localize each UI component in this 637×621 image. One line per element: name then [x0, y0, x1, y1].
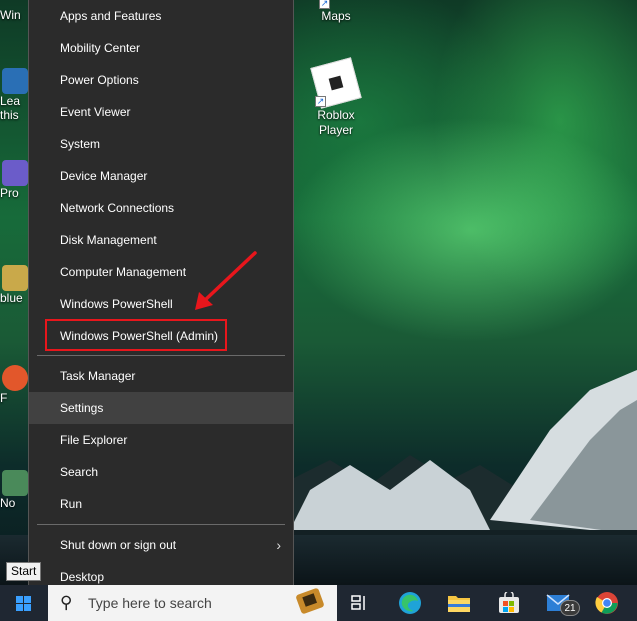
- menu-item-apps-and-features[interactable]: Apps and Features: [29, 0, 293, 32]
- menu-item-system[interactable]: System: [29, 128, 293, 160]
- desktop-icon-label: this: [0, 108, 19, 122]
- menu-separator: [37, 355, 285, 356]
- desktop-icon-maps[interactable]: ↗ Maps: [301, 0, 371, 24]
- desktop-icon-partial[interactable]: Lea this: [0, 68, 30, 122]
- shortcut-arrow-icon: ↗: [319, 0, 330, 9]
- taskbar-chrome[interactable]: [585, 585, 629, 621]
- chrome-icon: [595, 592, 618, 614]
- desktop-icon-label: Maps: [321, 9, 351, 23]
- cortana-search-art-icon: [296, 588, 324, 614]
- search-icon: ⚲: [60, 593, 73, 612]
- annotation-arrow-icon: [195, 251, 257, 310]
- mail-unread-badge: 21: [560, 600, 580, 616]
- desktop-icon-partial[interactable]: No: [0, 470, 30, 510]
- app-icon: [2, 365, 28, 391]
- desktop-icon-partial[interactable]: F: [0, 365, 30, 405]
- left-desktop-icons: Win Lea this Pro blue F No: [0, 0, 30, 585]
- desktop-icon-label: No: [0, 496, 16, 510]
- app-icon: [2, 68, 28, 94]
- menu-item-file-explorer[interactable]: File Explorer: [29, 424, 293, 456]
- menu-item-mobility-center[interactable]: Mobility Center: [29, 32, 293, 64]
- search-placeholder: Type here to search: [88, 595, 212, 611]
- shortcut-arrow-icon: ↗: [315, 96, 326, 107]
- menu-item-event-viewer[interactable]: Event Viewer: [29, 96, 293, 128]
- desktop-icon-label: F: [0, 391, 8, 405]
- menu-item-run[interactable]: Run: [29, 488, 293, 520]
- desktop-icon-label: blue: [0, 291, 23, 305]
- edge-icon: [399, 592, 421, 614]
- taskbar-task-view[interactable]: [338, 585, 382, 621]
- start-button[interactable]: [0, 585, 48, 621]
- taskbar-file-explorer[interactable]: [437, 585, 481, 621]
- taskbar-microsoft-store[interactable]: [487, 585, 531, 621]
- menu-item-search[interactable]: Search: [29, 456, 293, 488]
- menu-separator: [37, 524, 285, 525]
- desktop-icon-label: Lea: [0, 94, 21, 108]
- desktop-icon-partial[interactable]: Pro: [0, 160, 30, 200]
- task-view-icon: [351, 595, 365, 610]
- menu-item-label: Shut down or sign out: [60, 538, 177, 552]
- menu-item-shut-down-or-sign-out[interactable]: Shut down or sign out ›: [29, 529, 293, 561]
- windows-logo-icon: [16, 596, 31, 611]
- chevron-right-icon: ›: [276, 537, 281, 553]
- store-icon: [499, 592, 519, 613]
- desktop-icon-label: Win: [0, 8, 21, 22]
- taskbar: ⚲ Type here to search: [0, 585, 637, 621]
- menu-item-network-connections[interactable]: Network Connections: [29, 192, 293, 224]
- desktop-icon-roblox[interactable]: ↗ Roblox Player: [301, 57, 371, 138]
- menu-item-device-manager[interactable]: Device Manager: [29, 160, 293, 192]
- folder-icon: [448, 596, 470, 612]
- desktop-icon-partial[interactable]: blue: [0, 265, 30, 305]
- menu-item-power-options[interactable]: Power Options: [29, 64, 293, 96]
- desktop-icon-label: Roblox Player: [317, 108, 355, 137]
- taskbar-edge[interactable]: [388, 585, 432, 621]
- desktop-icon-label: Pro: [0, 186, 19, 200]
- app-icon: [2, 470, 28, 496]
- start-tooltip: Start: [6, 562, 42, 581]
- menu-item-task-manager[interactable]: Task Manager: [29, 360, 293, 392]
- desktop-icon-partial[interactable]: Win: [0, 8, 30, 22]
- annotation-highlight-box: [45, 319, 227, 351]
- app-icon: [2, 265, 28, 291]
- app-icon: [2, 160, 28, 186]
- menu-item-settings[interactable]: Settings: [29, 392, 293, 424]
